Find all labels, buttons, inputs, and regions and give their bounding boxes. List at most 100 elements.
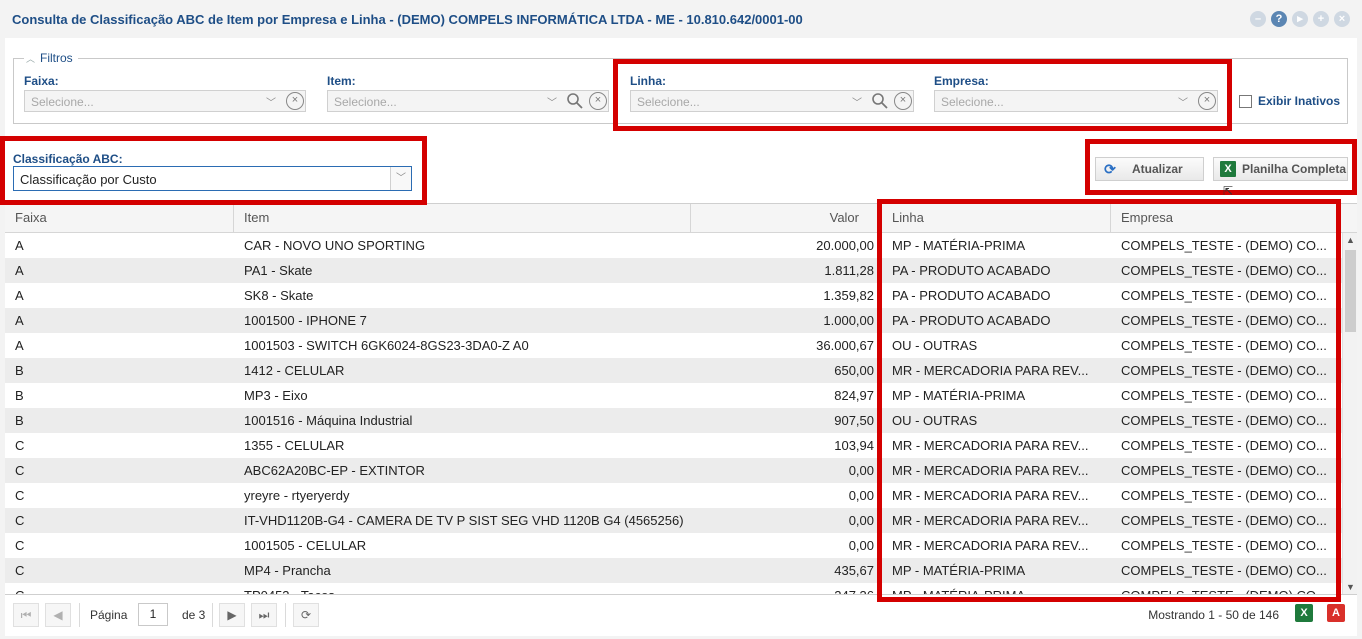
cell-empresa: COMPELS_TESTE - (DEMO) CO... (1121, 288, 1327, 303)
page-input[interactable]: 1 (138, 603, 168, 626)
cell-valor: 907,50 (834, 413, 874, 428)
empresa-label: Empresa: (934, 74, 989, 88)
item-select[interactable]: Selecione... ﹀ × (327, 90, 609, 112)
cell-valor: 0,00 (848, 513, 874, 528)
column-header-item[interactable]: Item (234, 204, 691, 233)
column-header-empresa[interactable]: Empresa (1111, 204, 1357, 233)
search-icon[interactable] (871, 92, 889, 110)
cell-linha: MP - MATÉRIA-PRIMA (892, 563, 1026, 578)
cell-valor: 0,00 (848, 538, 874, 553)
table-row[interactable]: A 1001503 - SWITCH 6GK6024-8GS23-3DA0-Z A… (5, 333, 1342, 358)
help-icon[interactable]: ? (1271, 11, 1287, 27)
exibir-inativos-checkbox[interactable] (1239, 94, 1252, 108)
chevron-down-icon[interactable]: ﹀ (546, 94, 558, 109)
pager-separator (285, 603, 286, 627)
table-row[interactable]: C 1355 - CELULAR 103,94 MR - MERCADORIA PAR… (5, 433, 1342, 458)
filters-legend[interactable]: ︿ Filtros (24, 51, 78, 65)
table-row[interactable]: C ABC62A20BC-EP - EXTINTOR 0,00 MR - MERCAD… (5, 458, 1342, 483)
refresh-icon[interactable]: ⟳ (293, 603, 319, 627)
minimize-icon[interactable]: – (1250, 11, 1266, 27)
search-icon[interactable] (566, 92, 584, 110)
atualizar-button[interactable]: ⟳ Atualizar (1095, 157, 1204, 181)
refresh-icon: ⟳ (1104, 160, 1116, 177)
table-row[interactable]: C 1001505 - CELULAR 0,00 MR - MERCADORIA PA… (5, 533, 1342, 558)
clear-icon[interactable]: × (1198, 92, 1216, 110)
table-row[interactable]: B 1001516 - Máquina Industrial 907,50 OU - … (5, 408, 1342, 433)
close-icon[interactable]: × (1334, 11, 1350, 27)
scroll-up-icon[interactable]: ▲ (1343, 233, 1357, 248)
table-row[interactable]: B 1412 - CELULAR 650,00 MR - MERCADORIA PAR… (5, 358, 1342, 383)
cell-faixa: B (15, 413, 24, 428)
table-row[interactable]: A PA1 - Skate 1.811,28 PA - PRODUTO ACABADO… (5, 258, 1342, 283)
chevron-down-icon[interactable]: ﹀ (265, 94, 277, 109)
cell-item: ABC62A20BC-EP - EXTINTOR (244, 463, 425, 478)
planilha-completa-button[interactable]: X Planilha Completa (1213, 157, 1348, 181)
pager: ⏮ ◀ Página 1 de 3 ▶ ⏭ ⟳ Mostrando 1 - 50… (5, 595, 1357, 636)
collapse-chevron-icon[interactable]: ︿ (26, 52, 36, 64)
filters-legend-label: Filtros (40, 51, 73, 65)
clear-icon[interactable]: × (894, 92, 912, 110)
cell-empresa: COMPELS_TESTE - (DEMO) CO... (1121, 563, 1327, 578)
maximize-icon[interactable]: + (1313, 11, 1329, 27)
pdf-export-icon[interactable]: A (1327, 604, 1345, 622)
faixa-select[interactable]: Selecione... ﹀ × (24, 90, 306, 112)
exibir-inativos-toggle[interactable]: Exibir Inativos (1239, 94, 1340, 108)
cell-linha: PA - PRODUTO ACABADO (892, 288, 1051, 303)
cell-valor: 1.811,28 (824, 263, 874, 278)
cell-faixa: C (15, 438, 25, 453)
cell-linha: MR - MERCADORIA PARA REV... (892, 438, 1089, 453)
table-row[interactable]: C IT-VHD1120B-G4 - CAMERA DE TV P SIST SE… (5, 508, 1342, 533)
cell-faixa: A (15, 263, 24, 278)
classificacao-select[interactable]: Classificação por Custo ﹀ (13, 166, 412, 191)
scroll-down-icon[interactable]: ▼ (1343, 580, 1357, 594)
last-page-icon[interactable]: ⏭ (251, 603, 277, 627)
excel-export-icon[interactable]: X (1295, 604, 1313, 622)
pager-separator (212, 603, 213, 627)
linha-select[interactable]: Selecione... ﹀ × (630, 90, 914, 112)
clear-icon[interactable]: × (589, 92, 607, 110)
chevron-down-icon[interactable]: ﹀ (1177, 94, 1189, 109)
table-row[interactable]: A SK8 - Skate 1.359,82 PA - PRODUTO ACABADO… (5, 283, 1342, 308)
table-row[interactable]: CTP0453 - Tacos247,36MP - MATÉRIA-PRIMAC… (5, 583, 1342, 594)
cell-item: 1001516 - Máquina Industrial (244, 413, 413, 428)
chevron-down-icon[interactable]: ﹀ (851, 94, 863, 109)
atualizar-label: Atualizar (1132, 162, 1183, 176)
column-header-valor[interactable]: Valor (691, 204, 882, 233)
cell-faixa: C (5, 583, 234, 594)
table-row[interactable]: C MP4 - Prancha 435,67 MP - MATÉRIA-PRIMA CO… (5, 558, 1342, 583)
item-placeholder: Selecione... (334, 95, 397, 109)
prev-page-icon[interactable]: ◀ (45, 603, 71, 627)
cell-valor: 650,00 (834, 363, 874, 378)
column-header-faixa[interactable]: Faixa (5, 204, 234, 233)
chevron-down-icon[interactable]: ﹀ (390, 167, 411, 190)
table-row[interactable]: A CAR - NOVO UNO SPORTING 20.000,00 MP - MA… (5, 233, 1342, 258)
page-of-label: de 3 (182, 608, 206, 622)
cell-valor: 824,97 (834, 388, 874, 403)
cell-item: 1001500 - IPHONE 7 (244, 313, 367, 328)
column-header-linha[interactable]: Linha (882, 204, 1111, 233)
cell-item: 1001505 - CELULAR (244, 538, 367, 553)
table-row[interactable]: Cyreyre - rtyeryerdy 0,00 MR - MERCADORIA … (5, 483, 1342, 508)
first-page-icon[interactable]: ⏮ (13, 603, 39, 627)
next-page-icon[interactable]: ▶ (219, 603, 245, 627)
table-row[interactable]: B MP3 - Eixo 824,97 MP - MATÉRIA-PRIMA COMPE… (5, 383, 1342, 408)
cell-item: MP3 - Eixo (244, 388, 308, 403)
cell-faixa: C (15, 563, 25, 578)
cell-empresa: COMPELS_TESTE - (DEMO) CO... (1121, 263, 1327, 278)
cell-valor: 0,00 (848, 488, 874, 503)
table-row[interactable]: A 1001500 - IPHONE 7 1.000,00 PA - PRODUTO … (5, 308, 1342, 333)
cell-item: SK8 - Skate (244, 288, 314, 303)
cell-item: CAR - NOVO UNO SPORTING (244, 238, 426, 253)
empresa-select[interactable]: Selecione... ﹀ × (934, 90, 1218, 112)
consulta-window: Consulta de Classificação ABC de Item po… (0, 0, 1362, 639)
play-icon[interactable]: ▸ (1292, 11, 1308, 27)
cell-valor: 20.000,00 (816, 238, 874, 253)
mouse-cursor-icon: ⇱ (1223, 184, 1234, 198)
cell-valor: 435,67 (834, 563, 874, 578)
cell-empresa: COMPELS_TESTE - (DEMO) CO... (1121, 338, 1327, 353)
vertical-scrollbar[interactable]: ▲ ▼ (1342, 233, 1357, 594)
clear-icon[interactable]: × (286, 92, 304, 110)
scroll-thumb[interactable] (1345, 250, 1356, 332)
cell-empresa: COMPELS_TESTE - (DEMO) CO... (1121, 438, 1327, 453)
cell-linha: MP - MATÉRIA-PRIMA (882, 583, 1111, 594)
